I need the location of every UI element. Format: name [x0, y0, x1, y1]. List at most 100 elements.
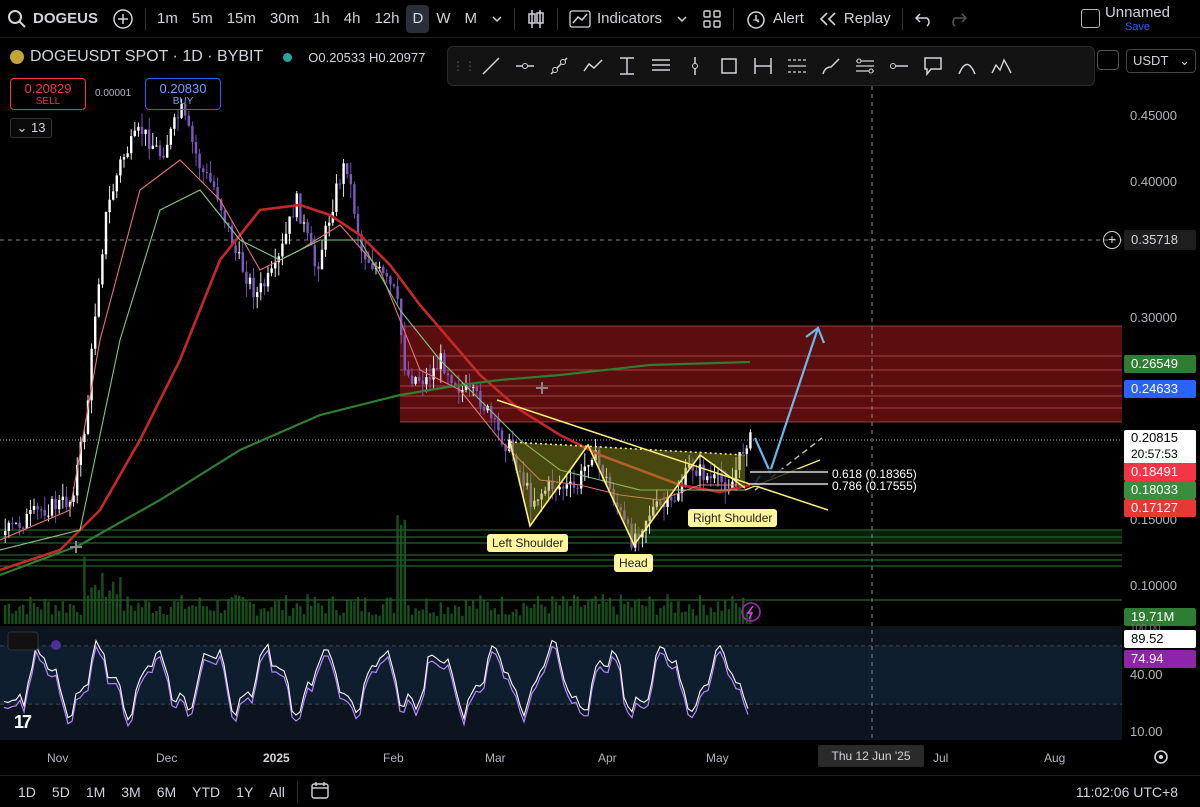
ray-tool[interactable] — [542, 49, 576, 83]
candle-body — [126, 153, 129, 158]
redo-icon — [951, 12, 967, 27]
alert-button[interactable]: Alert — [738, 0, 811, 38]
templates-button[interactable] — [695, 0, 729, 38]
undo-icon — [914, 12, 930, 27]
volume-bar — [324, 613, 327, 624]
range-5d[interactable]: 5D — [44, 784, 78, 800]
volume-bar — [450, 613, 453, 624]
indicators-dropdown[interactable] — [669, 0, 695, 38]
tf-1m[interactable]: 1m — [150, 0, 185, 38]
replay-button[interactable]: Replay — [811, 0, 898, 38]
symbol-search[interactable]: DOGEUS — [0, 0, 105, 38]
candle-body — [29, 510, 32, 515]
tradingview-logo-icon: 17 — [14, 712, 32, 732]
tf-1h[interactable]: 1h — [306, 0, 337, 38]
trend-line-tool[interactable] — [474, 49, 508, 83]
fib-retracement-tool[interactable] — [780, 49, 814, 83]
sell-button[interactable]: 0.20829 SELL — [10, 78, 86, 110]
timeframe-dropdown[interactable] — [484, 0, 510, 38]
fib-retracement-icon — [788, 59, 806, 73]
candle-body — [317, 266, 320, 270]
chart-settings-button[interactable] — [1097, 50, 1119, 70]
range-all[interactable]: All — [261, 784, 293, 800]
volume-bar — [594, 595, 597, 624]
arc-tool[interactable] — [950, 49, 984, 83]
fib-channel-tool[interactable] — [848, 49, 882, 83]
tf-5m[interactable]: 5m — [185, 0, 220, 38]
layout-checkbox[interactable] — [1081, 9, 1100, 28]
tf-d[interactable]: D — [406, 4, 430, 33]
currency-selector[interactable]: USDT ⌄ — [1126, 49, 1196, 73]
left-shoulder-label[interactable]: Left Shoulder — [487, 534, 569, 552]
tf-4h[interactable]: 4h — [337, 0, 368, 38]
volume-bar — [346, 600, 349, 624]
candle-body — [493, 418, 496, 420]
goto-date-button[interactable] — [302, 780, 338, 803]
range-3m[interactable]: 3M — [113, 784, 148, 800]
axis-settings-button[interactable] — [1152, 748, 1170, 771]
undo-button[interactable] — [907, 0, 941, 38]
range-ytd[interactable]: YTD — [184, 784, 228, 800]
path-tool[interactable] — [576, 49, 610, 83]
compare-button[interactable] — [105, 0, 141, 38]
range-1m[interactable]: 1M — [78, 784, 113, 800]
volume-bar — [151, 613, 154, 624]
right-shoulder-label[interactable]: Right Shoulder — [688, 509, 778, 527]
save-label[interactable]: Save — [1105, 21, 1170, 33]
volume-bar — [504, 614, 507, 624]
buy-button[interactable]: 0.20830 BUY — [145, 78, 221, 110]
volume-bar — [173, 601, 176, 624]
callout-tool[interactable] — [916, 49, 950, 83]
candle-body — [590, 460, 594, 466]
horizontal-line-tool[interactable] — [882, 49, 916, 83]
chart-type-button[interactable] — [519, 0, 553, 38]
indicator-collapse-toggle[interactable]: ⌄ 13 — [10, 118, 52, 138]
tf-m[interactable]: M — [458, 0, 485, 38]
candle-body — [65, 496, 68, 507]
vertical-line-tool[interactable] — [678, 49, 712, 83]
indicators-button[interactable]: Indicators — [562, 0, 669, 38]
candle-body — [144, 129, 147, 135]
candle-body — [292, 216, 295, 218]
range-1d[interactable]: 1D — [10, 784, 44, 800]
volume-bar — [223, 610, 226, 624]
volume-bar — [662, 605, 666, 624]
price-range-tool[interactable] — [610, 49, 644, 83]
volume-bar — [310, 605, 313, 624]
horizontal-ray-tool[interactable] — [508, 49, 542, 83]
candle-body — [576, 487, 579, 489]
candle-body — [695, 470, 698, 476]
legend-title[interactable]: DOGEUSDT SPOT · 1D · BYBIT — [30, 48, 263, 66]
chevron-icon: ⌄ — [16, 120, 28, 135]
candle-body — [14, 522, 18, 524]
tf-12h[interactable]: 12h — [367, 0, 406, 38]
rewind-icon — [819, 11, 836, 26]
price-chart-canvas[interactable] — [0, 40, 1200, 767]
candle-body — [194, 142, 198, 154]
redo-button[interactable] — [941, 0, 975, 38]
drag-handle-icon[interactable]: ⋮⋮ — [452, 51, 476, 81]
symbol-name: DOGEUS — [33, 10, 99, 27]
candle-body — [414, 377, 417, 384]
head-label[interactable]: Head — [614, 554, 653, 572]
range-6m[interactable]: 6M — [149, 784, 184, 800]
parallel-channel-tool[interactable] — [644, 49, 678, 83]
tf-30m[interactable]: 30m — [263, 0, 306, 38]
date-range-tool[interactable] — [746, 49, 780, 83]
chart-area[interactable]: DOGEUSDT SPOT · 1D · BYBIT O0.20533 H0.2… — [0, 40, 1200, 767]
candle-body — [191, 125, 194, 143]
candle-body — [259, 283, 262, 293]
range-1y[interactable]: 1Y — [228, 784, 261, 800]
volume-bar — [576, 596, 579, 624]
pattern-tool[interactable] — [984, 49, 1018, 83]
volume-bar — [562, 596, 565, 624]
rectangle-tool[interactable] — [712, 49, 746, 83]
volume-bar — [500, 596, 504, 624]
clock-timezone[interactable]: 11:02:06 UTC+8 — [1076, 784, 1178, 800]
add-alert-icon[interactable]: + — [1103, 231, 1121, 249]
layout-name-button[interactable]: Unnamed Save — [1105, 4, 1170, 33]
tf-15m[interactable]: 15m — [220, 0, 263, 38]
candle-body — [349, 174, 352, 185]
tf-w[interactable]: W — [429, 0, 457, 38]
brush-tool[interactable] — [814, 49, 848, 83]
